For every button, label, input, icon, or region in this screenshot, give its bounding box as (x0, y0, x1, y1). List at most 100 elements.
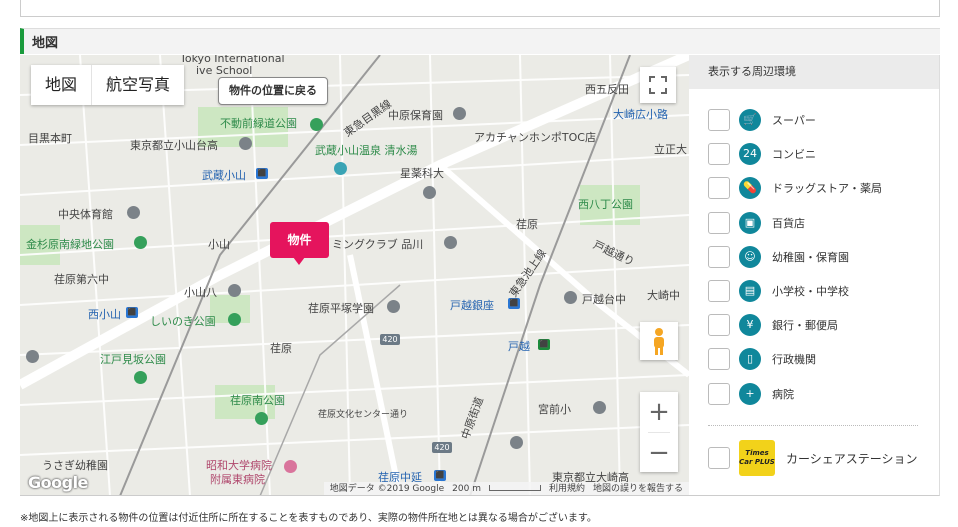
school-checkbox[interactable] (708, 280, 730, 303)
convenience-checkbox[interactable] (708, 143, 730, 166)
map-label: 中原保育園 (388, 109, 443, 122)
zoom-out-button[interactable]: − (640, 433, 678, 473)
school-bag-icon: ▤ (739, 280, 761, 303)
map-label: 武蔵小山温泉 清水湯 (315, 144, 418, 157)
item-label: 幼稚園・保育園 (772, 250, 849, 264)
park-poi-icon (134, 236, 147, 249)
scale-bar (488, 485, 541, 491)
list-item-convenience[interactable]: 24 コンビニ (708, 137, 918, 171)
zoom-in-button[interactable]: + (640, 392, 678, 432)
hospital-icon: + (739, 382, 761, 405)
list-item-car-share[interactable]: Times Car PLUS カーシェアステーション (708, 440, 918, 476)
hospital-poi-icon (284, 460, 297, 473)
school-poi-icon (564, 291, 577, 304)
poi-icon (510, 436, 523, 449)
bank-checkbox[interactable] (708, 314, 730, 337)
map-label: 小山八 (184, 286, 217, 299)
map-type-control: 地図 航空写真 (31, 65, 185, 105)
item-label: 百貨店 (772, 216, 805, 230)
convenience-store-icon: 24 (739, 143, 761, 166)
property-marker[interactable]: 物件 (270, 222, 329, 258)
school-poi-icon (593, 401, 606, 414)
map-label: 荏原 (516, 218, 538, 231)
car-share-checkbox[interactable] (708, 447, 730, 469)
map-label: 東京都立小山台高 (130, 139, 218, 152)
report-error-link[interactable]: 地図の誤りを報告する (593, 482, 683, 495)
map-label: 西小山 (88, 308, 121, 321)
map-label: 戸越台中 (582, 293, 626, 306)
google-logo: Google (28, 473, 88, 492)
pegman-icon (654, 328, 664, 355)
map-label: 江戸見坂公園 (100, 353, 166, 366)
map-label: 目黒本町 (28, 132, 72, 145)
poi-icon (127, 206, 140, 219)
list-item-school[interactable]: ▤ 小学校・中学校 (708, 274, 918, 308)
kindergarten-checkbox[interactable] (708, 245, 730, 268)
back-to-property-button[interactable]: 物件の位置に戻る (218, 77, 328, 105)
item-label: カーシェアステーション (786, 451, 918, 466)
park-poi-icon (228, 313, 241, 326)
map-label: 荏原平塚学園 (308, 302, 374, 315)
terms-link[interactable]: 利用規約 (549, 482, 585, 495)
map-label: ミングクラブ 品川 (332, 238, 424, 251)
yen-icon: ¥ (739, 314, 761, 337)
fullscreen-button[interactable] (640, 67, 676, 103)
list-item-department-store[interactable]: ▣ 百貨店 (708, 206, 918, 240)
map-label: 荏原文化センター通り (318, 410, 409, 420)
map-canvas[interactable]: Tokyo International ive School 西五反田 大崎広小… (20, 55, 689, 496)
list-item-government[interactable]: ▯ 行政機関 (708, 342, 918, 376)
list-item-bank[interactable]: ¥ 銀行・郵便局 (708, 308, 918, 342)
item-label: コンビニ (772, 148, 816, 162)
cart-icon: 🛒 (739, 109, 761, 132)
map-label: 星薬科大 (400, 167, 444, 180)
panel-header: 表示する周辺環境 (689, 55, 939, 89)
surroundings-list: 🛒 スーパー 24 コンビニ 💊 ドラッグストア・薬局 ▣ 百貨店 ☺ 幼稚園・… (708, 103, 918, 411)
list-item-drugstore[interactable]: 💊 ドラッグストア・薬局 (708, 171, 918, 205)
park-poi-icon (310, 118, 323, 131)
department-store-checkbox[interactable] (708, 211, 730, 234)
map-type-satellite-button[interactable]: 航空写真 (92, 65, 184, 105)
list-item-kindergarten[interactable]: ☺ 幼稚園・保育園 (708, 240, 918, 274)
route-shield: 420 (380, 334, 400, 345)
map-label: 宮前小 (538, 403, 571, 416)
item-label: 小学校・中学校 (772, 285, 849, 299)
station-icon: ⬛ (256, 168, 268, 179)
times-car-logo: Times Car PLUS (739, 440, 775, 476)
hospital-checkbox[interactable] (708, 382, 730, 405)
school-poi-icon (239, 137, 252, 150)
supermarket-checkbox[interactable] (708, 109, 730, 132)
street-view-pegman-button[interactable] (640, 322, 678, 360)
station-icon: ⬛ (434, 470, 446, 481)
map-section-header: 地図 (20, 28, 940, 54)
government-checkbox[interactable] (708, 348, 730, 371)
map-label: アカチャンホンポTOC店 (474, 131, 596, 144)
park-poi-icon (255, 412, 268, 425)
map-footnote: ※地図上に表示される物件の位置は付近住所に所在することを表すものであり、実際の物… (20, 513, 597, 524)
map-label: 武蔵小山 (202, 169, 246, 182)
map-label: 小山 (208, 238, 230, 251)
divider (708, 425, 918, 426)
poi-icon (444, 236, 457, 249)
map-label: うさぎ幼稚園 (42, 459, 108, 472)
map-label: 荏原第六中 (54, 273, 109, 286)
map-attribution: 地図データ ©2019 Google 200 m 利用規約 地図の誤りを報告する (323, 482, 689, 495)
previous-section-box (20, 0, 940, 17)
map-label: 金杉原南緑地公園 (26, 238, 114, 251)
drugstore-checkbox[interactable] (708, 177, 730, 200)
park-poi-icon (134, 371, 147, 384)
map-label: ive School (196, 64, 253, 77)
list-item-hospital[interactable]: + 病院 (708, 377, 918, 411)
school-poi-icon (228, 284, 241, 297)
item-label: スーパー (772, 114, 816, 128)
map-label: 西八丁公園 (578, 198, 633, 211)
item-label: 行政機関 (772, 353, 816, 367)
map-label: 不動前緑道公園 (220, 117, 297, 130)
list-item-supermarket[interactable]: 🛒 スーパー (708, 103, 918, 137)
scale-text: 200 m (452, 484, 481, 494)
map-type-map-button[interactable]: 地図 (31, 65, 91, 105)
property-marker-tip (293, 257, 305, 265)
station-icon: ⬛ (508, 298, 520, 309)
fullscreen-icon (649, 76, 667, 94)
zoom-control: + − (640, 392, 678, 472)
map-label: 大崎中 (647, 289, 680, 302)
